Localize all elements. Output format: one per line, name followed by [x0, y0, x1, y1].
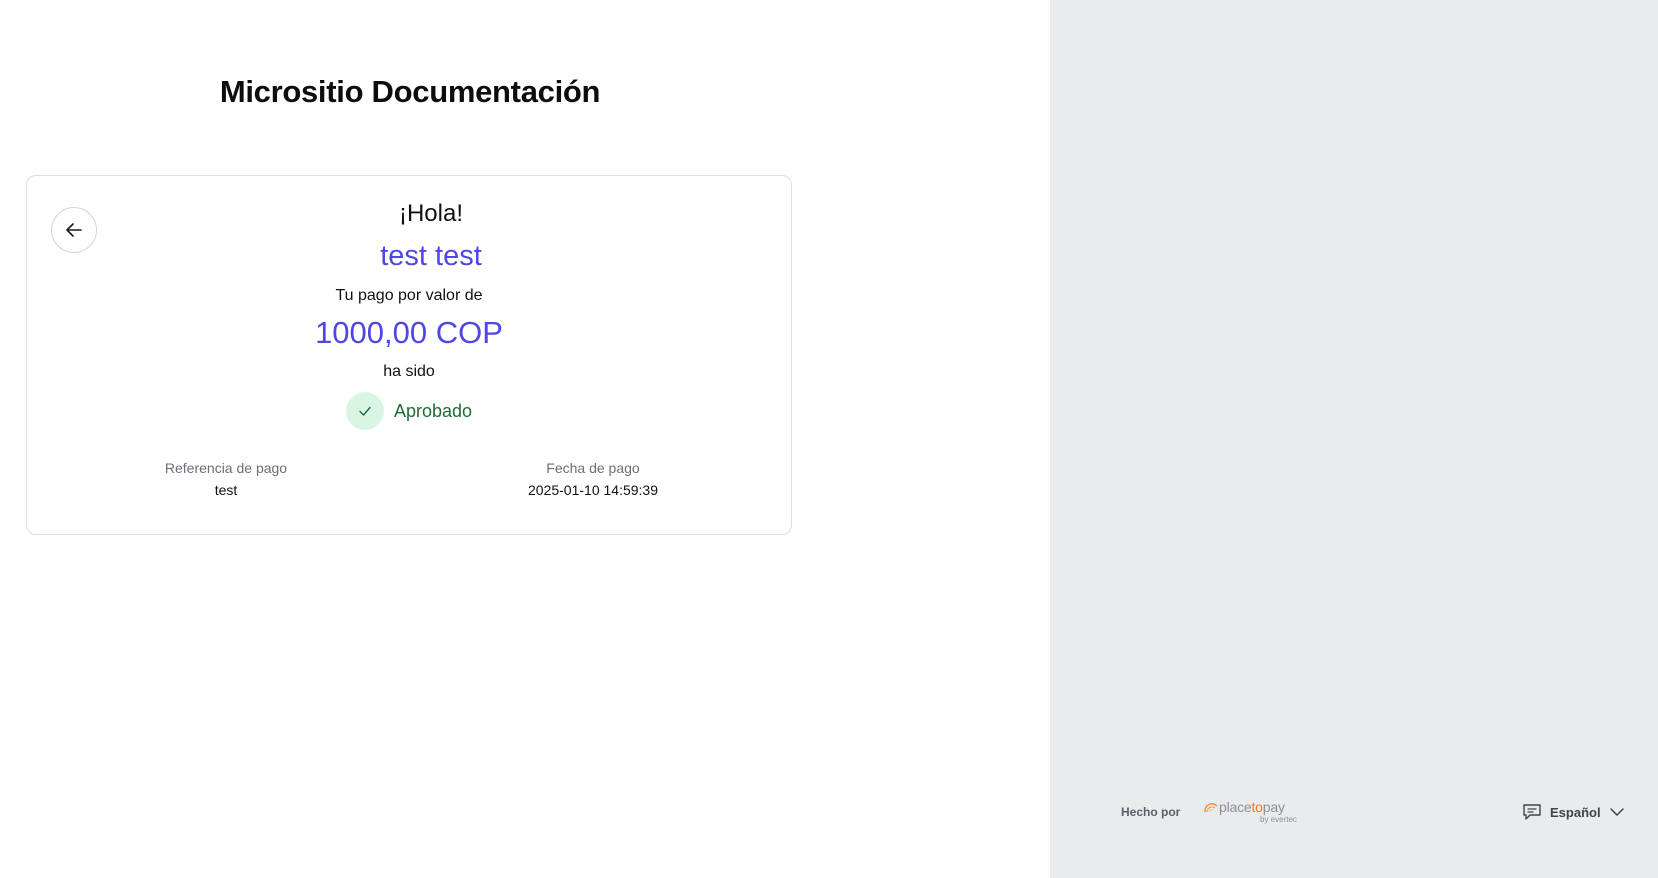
main-panel: Micrositio Documentación ¡Hola! test tes… — [0, 0, 1050, 878]
greeting: ¡Hola! — [398, 200, 464, 227]
language-selector[interactable]: Español — [1522, 801, 1625, 823]
brand-subtitle: by evertec — [1260, 815, 1297, 824]
page-title: Micrositio Documentación — [219, 74, 601, 109]
chevron-down-icon — [1609, 808, 1624, 816]
status-intro: ha sido — [383, 363, 435, 380]
date-value: 2025-01-10 14:59:39 — [528, 482, 658, 498]
brand-wordmark: placetopay — [1219, 799, 1285, 815]
page: Micrositio Documentación ¡Hola! test tes… — [0, 0, 1658, 878]
placetopay-logo[interactable]: placetopay by evertec — [1203, 799, 1303, 827]
reference-value: test — [214, 482, 238, 498]
payment-reference: Referencia de pago test — [76, 460, 376, 498]
payment-amount: 1000,00 COP — [315, 315, 503, 350]
chat-icon — [1523, 804, 1541, 820]
date-label: Fecha de pago — [546, 460, 640, 476]
check-icon — [345, 392, 384, 430]
side-panel — [1050, 0, 1658, 878]
status-label: Aprobado — [393, 400, 473, 421]
amount-intro: Tu pago por valor de — [335, 287, 483, 304]
payment-date: Fecha de pago 2025-01-10 14:59:39 — [443, 460, 743, 498]
payment-result-card: ¡Hola! test test Tu pago por valor de 10… — [26, 175, 792, 535]
customer-name: test test — [380, 240, 482, 272]
made-by-label: Hecho por — [1121, 805, 1181, 819]
language-label: Español — [1550, 804, 1601, 820]
reference-label: Referencia de pago — [164, 460, 288, 476]
brand-mark-icon — [1204, 803, 1218, 813]
status-badge: Aprobado — [27, 392, 791, 430]
